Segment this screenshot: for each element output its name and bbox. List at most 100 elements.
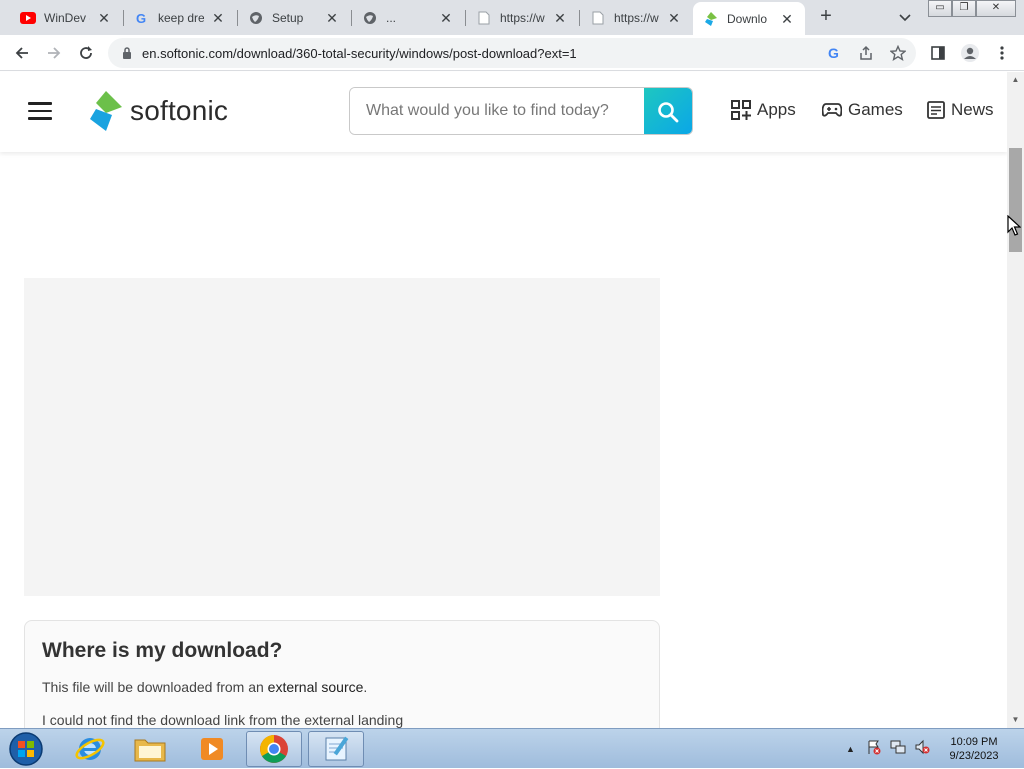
softonic-icon [703, 11, 719, 27]
scroll-up-arrow-icon[interactable]: ▲ [1011, 75, 1020, 84]
restore-button[interactable]: ❐ [952, 0, 976, 17]
tab-https-1[interactable]: https://w ✕ [466, 4, 578, 31]
clock-time: 10:09 PM [950, 736, 998, 748]
ad-placeholder [24, 278, 660, 596]
taskbar-file-explorer[interactable] [122, 731, 178, 767]
logo-text: softonic [130, 95, 229, 126]
tab-keep-dre[interactable]: G keep dre ✕ [124, 4, 236, 31]
google-icon: G [134, 10, 150, 26]
start-button[interactable] [6, 731, 46, 767]
download-card-text-suffix: . [363, 679, 368, 695]
tab-windev[interactable]: WinDev - ✕ [10, 4, 122, 31]
tab-title: ... [386, 10, 397, 25]
taskbar-notepad[interactable] [308, 731, 364, 767]
nav-news-label: News [951, 100, 994, 119]
search-icon [658, 102, 679, 123]
notepad-icon [325, 736, 349, 761]
tab-https-2[interactable]: https://w ✕ [580, 4, 692, 31]
google-lens-icon[interactable]: G [822, 41, 846, 65]
forward-arrow-icon [48, 47, 61, 59]
browser-tabstrip: WinDev - ✕ G keep dre ✕ Setup ✕ ... ✕ ht… [0, 0, 1024, 35]
tab-title: keep dre [158, 10, 204, 25]
download-card-text-2: I could not find the download link from … [42, 712, 404, 728]
kebab-menu-icon[interactable] [990, 41, 1014, 65]
download-card-heading: Where is my download? [42, 639, 283, 662]
youtube-icon [20, 10, 36, 26]
folder-icon [134, 739, 166, 762]
taskbar-clock[interactable]: 10:09 PM 9/23/2023 [940, 735, 1008, 763]
reload-button[interactable] [74, 41, 98, 65]
download-info-card: Where is my download? This file will be … [24, 620, 660, 740]
search-input[interactable] [350, 88, 644, 134]
search-box [349, 87, 693, 135]
window-close-button[interactable]: ✕ [976, 0, 1016, 17]
internet-explorer-icon [75, 738, 105, 760]
gamepad-icon [822, 103, 842, 117]
windows-taskbar: ▲ 10:09 PM 9/23/2023 [0, 728, 1024, 768]
tab-loading[interactable]: ... ✕ [352, 4, 464, 31]
browser-toolbar: en.softonic.com/download/360-total-secur… [0, 35, 1024, 71]
taskbar-chrome[interactable] [246, 731, 302, 767]
back-button[interactable] [10, 41, 34, 65]
close-icon[interactable]: ✕ [779, 11, 795, 27]
softonic-logo[interactable]: softonic [88, 91, 228, 131]
external-source-link[interactable]: external source [268, 679, 364, 695]
tab-title: WinDev - [44, 10, 90, 25]
show-hidden-icons-icon[interactable]: ▲ [846, 744, 856, 754]
nav-games-label: Games [848, 100, 903, 119]
close-icon[interactable]: ✕ [324, 10, 340, 26]
back-arrow-icon [15, 47, 28, 59]
news-icon [927, 101, 945, 119]
share-icon[interactable] [854, 41, 878, 65]
side-panel-icon[interactable] [926, 41, 950, 65]
system-tray: ▲ [846, 729, 930, 769]
hamburger-menu-icon[interactable] [28, 102, 52, 120]
svg-text:G: G [136, 11, 146, 25]
close-icon[interactable]: ✕ [438, 10, 454, 26]
clock-date: 9/23/2023 [949, 750, 999, 762]
page-scrollbar[interactable]: ▲ ▼ [1007, 72, 1024, 728]
volume-muted-icon[interactable] [914, 739, 930, 760]
forward-button[interactable] [42, 41, 66, 65]
document-icon [476, 10, 492, 26]
nav-news[interactable]: News [927, 100, 994, 120]
bookmark-star-icon[interactable] [886, 41, 910, 65]
taskbar-media-player[interactable] [184, 731, 240, 767]
url-text[interactable]: en.softonic.com/download/360-total-secur… [142, 46, 577, 61]
tab-title: https://w [500, 10, 545, 25]
download-card-text: This file will be downloaded from an ext… [42, 679, 367, 695]
document-icon [590, 10, 606, 26]
taskbar-internet-explorer[interactable] [62, 731, 118, 767]
lock-icon[interactable] [120, 46, 134, 60]
close-icon[interactable]: ✕ [96, 10, 112, 26]
minimize-button[interactable]: ▭ [928, 0, 952, 17]
tab-setup[interactable]: Setup ✕ [238, 4, 350, 31]
tab-title: https://w [614, 10, 659, 25]
tab-title: Setup [272, 10, 304, 25]
svg-text:G: G [828, 45, 839, 61]
nav-games[interactable]: Games [822, 100, 903, 120]
close-icon[interactable]: ✕ [666, 10, 682, 26]
profile-avatar-icon[interactable] [958, 41, 982, 65]
chrome-icon [260, 735, 288, 763]
nav-apps[interactable]: Apps [731, 100, 796, 120]
close-icon[interactable]: ✕ [210, 10, 226, 26]
network-icon[interactable] [890, 739, 906, 760]
nav-apps-label: Apps [757, 100, 796, 119]
new-tab-button[interactable]: + [815, 6, 837, 28]
site-header: softonic Apps Games News [0, 72, 1007, 152]
action-center-flag-icon[interactable] [866, 739, 882, 760]
windows-start-icon [9, 732, 43, 766]
apps-grid-icon [731, 100, 751, 120]
tab-search-chevron-icon[interactable] [896, 8, 914, 26]
mouse-cursor-icon [1007, 214, 1022, 242]
reload-icon [80, 46, 92, 59]
media-player-icon [201, 738, 223, 760]
search-button[interactable] [644, 88, 692, 134]
globe-icon [362, 10, 378, 26]
close-icon[interactable]: ✕ [552, 10, 568, 26]
tab-download-active[interactable]: Downlo ✕ [693, 2, 805, 35]
download-card-text-prefix: This file will be downloaded from an [42, 679, 268, 695]
scroll-down-arrow-icon[interactable]: ▼ [1011, 715, 1020, 724]
address-bar[interactable]: en.softonic.com/download/360-total-secur… [108, 38, 916, 68]
